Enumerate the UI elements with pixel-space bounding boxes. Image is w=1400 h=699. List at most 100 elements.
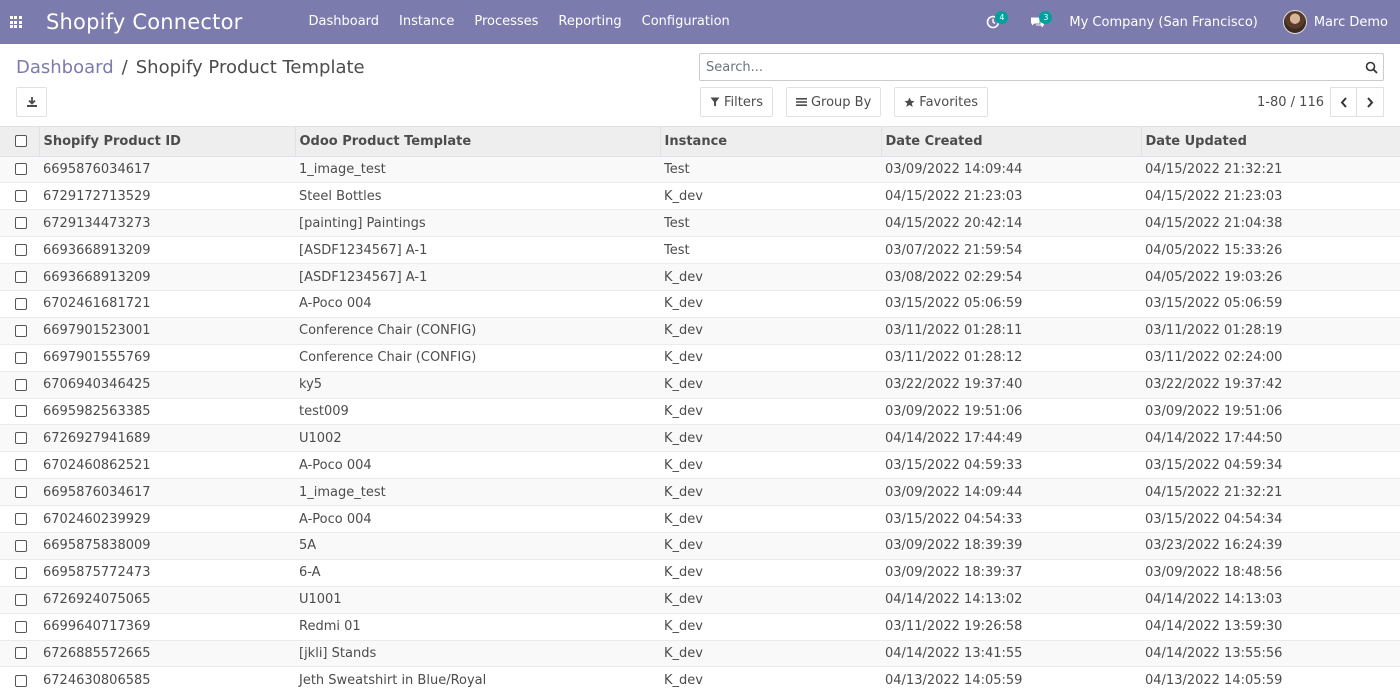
date-created-cell[interactable]: 03/09/2022 19:51:06 [881,397,1141,425]
row-checkbox[interactable] [15,432,27,445]
instance-cell[interactable]: K_dev [660,478,881,506]
row-checkbox[interactable] [15,513,27,526]
odoo-product-template-cell[interactable]: [ASDF1234567] A-1 [295,236,660,264]
date-updated-cell[interactable]: 04/15/2022 21:32:21 [1141,478,1400,506]
table-row[interactable]: 6702460862521 A-Poco 004 K_dev 03/15/2022 0… [0,451,1400,479]
odoo-product-template-cell[interactable]: A-Poco 004 [295,289,660,318]
date-created-cell[interactable]: 04/14/2022 13:41:55 [881,639,1141,667]
date-created-cell[interactable]: 03/11/2022 19:26:58 [881,612,1141,641]
instance-cell[interactable]: K_dev [660,263,881,291]
instance-cell[interactable]: K_dev [660,531,881,560]
date-updated-cell[interactable]: 04/14/2022 13:59:30 [1141,612,1400,641]
date-updated-cell[interactable]: 04/15/2022 21:32:21 [1141,155,1400,183]
row-checkbox[interactable] [15,620,27,633]
shopify-product-id-cell[interactable]: 6726924075065 [39,585,295,614]
date-created-cell[interactable]: 03/11/2022 01:28:11 [881,316,1141,345]
column-header-instance[interactable]: Instance [660,127,882,157]
table-row[interactable]: 6726885572665 [jkli] Stands K_dev 04/14/202… [0,639,1400,667]
date-created-cell[interactable]: 03/09/2022 18:39:39 [881,531,1141,560]
shopify-product-id-cell[interactable]: 6695876034617 [39,478,295,506]
table-row[interactable]: 6695875838009 5A K_dev 03/09/2022 18:39:39 0… [0,531,1400,560]
menu-item-processes[interactable]: Processes [464,0,548,44]
table-row[interactable]: 6726924075065 U1001 K_dev 04/14/2022 14:13:… [0,585,1400,614]
date-updated-cell[interactable]: 04/13/2022 14:05:59 [1141,666,1400,694]
odoo-product-template-cell[interactable]: A-Poco 004 [295,451,660,479]
user-menu[interactable]: Marc Demo [1282,10,1388,34]
row-checkbox[interactable] [15,593,27,606]
row-checkbox[interactable] [15,674,27,687]
shopify-product-id-cell[interactable]: 6702460862521 [39,451,295,479]
date-updated-cell[interactable]: 04/05/2022 19:03:26 [1141,263,1400,291]
date-updated-cell[interactable]: 03/11/2022 01:28:19 [1141,316,1400,345]
odoo-product-template-cell[interactable]: Redmi 01 [295,612,660,641]
search-input[interactable] [700,55,1359,79]
odoo-product-template-cell[interactable]: Steel Bottles [295,182,660,210]
table-row[interactable]: 6724630806585 Jeth Sweatshirt in Blue/Roy… [0,666,1400,694]
date-created-cell[interactable]: 04/15/2022 21:23:03 [881,182,1141,210]
instance-cell[interactable]: K_dev [660,666,881,694]
menu-item-instance[interactable]: Instance [389,0,464,44]
table-row[interactable]: 6695982563385 test009 K_dev 03/09/2022 19:5… [0,397,1400,425]
filters-button[interactable]: Filters [700,87,773,117]
row-checkbox[interactable] [15,405,27,418]
row-checkbox[interactable] [15,647,27,660]
shopify-product-id-cell[interactable]: 6726885572665 [39,639,295,667]
instance-cell[interactable]: K_dev [660,639,881,667]
date-created-cell[interactable]: 03/15/2022 04:54:33 [881,505,1141,533]
odoo-product-template-cell[interactable]: 1_image_test [295,478,660,506]
pager-value[interactable]: 1-80 / 116 [1257,95,1324,110]
group-by-button[interactable]: Group By [785,87,882,117]
table-row[interactable]: 6695876034617 1_image_test K_dev 03/09/2022… [0,478,1400,506]
shopify-product-id-cell[interactable]: 6702461681721 [39,289,295,318]
column-header-odoo-product-template[interactable]: Odoo Product Template [295,127,661,157]
shopify-product-id-cell[interactable]: 6697901555769 [39,343,295,372]
table-row[interactable]: 6695876034617 1_image_test Test 03/09/2022 … [0,155,1400,183]
breadcrumb-dashboard-link[interactable]: Dashboard [16,57,114,78]
date-updated-cell[interactable]: 03/15/2022 04:59:34 [1141,451,1400,479]
date-updated-cell[interactable]: 04/15/2022 21:04:38 [1141,209,1400,237]
date-created-cell[interactable]: 03/15/2022 05:06:59 [881,289,1141,318]
odoo-product-template-cell[interactable]: 5A [295,531,660,560]
instance-cell[interactable]: K_dev [660,370,881,399]
table-row[interactable]: 6699640717369 Redmi 01 K_dev 03/11/2022 19:… [0,612,1400,641]
odoo-product-template-cell[interactable]: 6-A [295,558,660,587]
date-created-cell[interactable]: 03/11/2022 01:28:12 [881,343,1141,372]
table-row[interactable]: 6695875772473 6-A K_dev 03/09/2022 18:39:37… [0,558,1400,587]
download-button[interactable] [16,87,47,117]
odoo-product-template-cell[interactable]: Jeth Sweatshirt in Blue/Royal [295,666,660,694]
odoo-product-template-cell[interactable]: Conference Chair (CONFIG) [295,316,660,345]
row-checkbox[interactable] [15,459,27,472]
instance-cell[interactable]: Test [660,155,881,183]
shopify-product-id-cell[interactable]: 6699640717369 [39,612,295,641]
date-updated-cell[interactable]: 04/05/2022 15:33:26 [1141,236,1400,264]
instance-cell[interactable]: K_dev [660,505,881,533]
instance-cell[interactable]: K_dev [660,316,881,345]
table-row[interactable]: 6697901523001 Conference Chair (CONFIG) K_… [0,316,1400,345]
apps-menu-button[interactable] [0,0,30,44]
odoo-product-template-cell[interactable]: [painting] Paintings [295,209,660,237]
date-updated-cell[interactable]: 04/14/2022 17:44:50 [1141,424,1400,452]
date-created-cell[interactable]: 04/14/2022 17:44:49 [881,424,1141,452]
row-checkbox[interactable] [15,566,27,579]
date-created-cell[interactable]: 04/14/2022 14:13:02 [881,585,1141,614]
menu-item-configuration[interactable]: Configuration [632,0,740,44]
menu-item-dashboard[interactable]: Dashboard [299,0,390,44]
date-updated-cell[interactable]: 03/15/2022 05:06:59 [1141,289,1400,318]
instance-cell[interactable]: K_dev [660,612,881,641]
table-row[interactable]: 6702461681721 A-Poco 004 K_dev 03/15/2022 0… [0,289,1400,318]
date-updated-cell[interactable]: 04/14/2022 13:55:56 [1141,639,1400,667]
odoo-product-template-cell[interactable]: A-Poco 004 [295,505,660,533]
app-brand[interactable]: Shopify Connector [46,10,243,34]
date-updated-cell[interactable]: 04/14/2022 14:13:03 [1141,585,1400,614]
favorites-button[interactable]: Favorites [894,87,989,117]
table-row[interactable]: 6693668913209 [ASDF1234567] A-1 K_dev 03/08… [0,263,1400,291]
table-row[interactable]: 6706940346425 ky5 K_dev 03/22/2022 19:37:40… [0,370,1400,399]
date-created-cell[interactable]: 03/08/2022 02:29:54 [881,263,1141,291]
column-header-shopify-product-id[interactable]: Shopify Product ID [39,127,296,157]
row-checkbox[interactable] [15,539,27,552]
shopify-product-id-cell[interactable]: 6729134473273 [39,209,295,237]
row-checkbox[interactable] [15,324,27,337]
shopify-product-id-cell[interactable]: 6706940346425 [39,370,295,399]
row-checkbox[interactable] [15,217,27,230]
shopify-product-id-cell[interactable]: 6695876034617 [39,155,295,183]
